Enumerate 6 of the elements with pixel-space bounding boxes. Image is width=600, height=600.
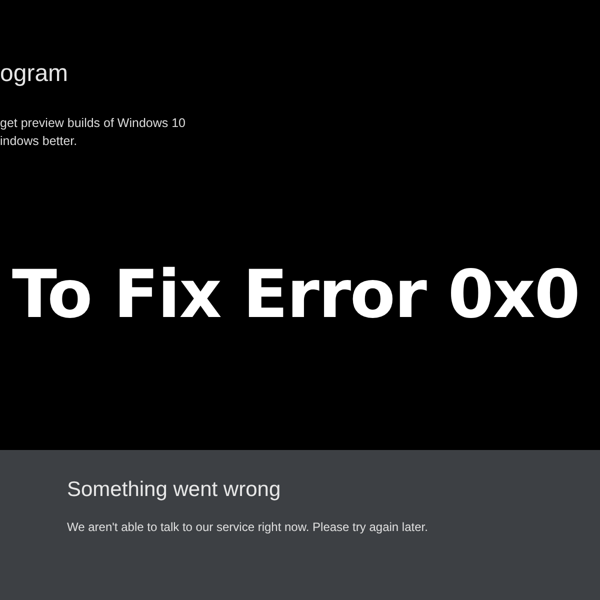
error-title: Something went wrong: [67, 478, 281, 502]
error-message: We aren't able to talk to our service right now. Please try again later.: [67, 520, 428, 534]
headline-text: To Fix Error 0x0: [12, 255, 580, 335]
description-text: get preview builds of Windows 10: [0, 115, 186, 132]
description-text: indows better.: [0, 133, 78, 150]
page-title: ogram: [0, 60, 68, 88]
